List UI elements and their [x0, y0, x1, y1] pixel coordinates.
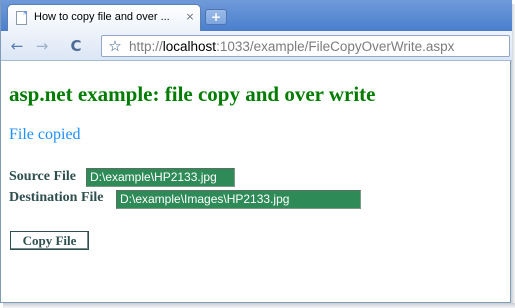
page-heading: asp.net example: file copy and over writ… [9, 82, 376, 106]
source-file-label: Source File [9, 169, 77, 184]
copy-file-button[interactable]: Copy File [10, 231, 89, 250]
tab-strip: How to copy file and over ... × + [1, 0, 512, 31]
reload-icon[interactable]: C [65, 35, 87, 57]
page-content: asp.net example: file copy and over writ… [1, 62, 512, 303]
navigation-toolbar: ← → C ☆ http://localhost:1033/example/Fi… [1, 31, 512, 61]
address-bar[interactable]: ☆ http://localhost:1033/example/FileCopy… [101, 35, 510, 57]
status-message: File copied [9, 126, 81, 143]
new-tab-button[interactable]: + [205, 9, 227, 25]
back-arrow-icon[interactable]: ← [6, 35, 28, 57]
forward-arrow-icon[interactable]: → [31, 35, 53, 57]
url-text[interactable]: http://localhost:1033/example/FileCopyOv… [129, 39, 509, 55]
tab-active[interactable]: How to copy file and over ... × [7, 4, 201, 31]
url-host: localhost [162, 39, 217, 54]
url-path: :1033/example/FileCopyOverWrite.aspx [216, 39, 455, 54]
window-shadow-bottom [3, 303, 515, 308]
page-icon [16, 11, 27, 25]
browser-window: How to copy file and over ... × + ← → C … [0, 0, 512, 303]
star-icon[interactable]: ☆ [106, 37, 124, 55]
destination-file-label: Destination File [9, 190, 104, 205]
tab-title: How to copy file and over ... [34, 11, 170, 23]
source-file-input[interactable]: D:\example\HP2133.jpg [86, 168, 235, 187]
close-icon[interactable]: × [184, 10, 196, 24]
url-scheme: http:// [129, 39, 163, 54]
destination-file-input[interactable]: D:\example\Images\HP2133.jpg [116, 190, 361, 209]
